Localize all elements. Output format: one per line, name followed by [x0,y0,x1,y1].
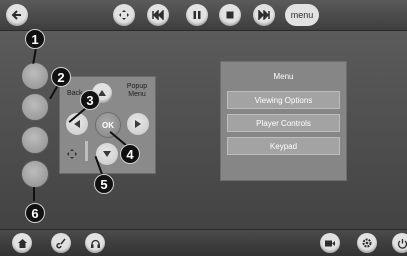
home-button[interactable] [12,233,32,253]
right-arrow-icon [133,119,143,129]
headphones-icon [90,238,101,249]
next-button[interactable] [253,4,275,26]
previous-button[interactable] [147,4,169,26]
menu-title: Menu [221,72,346,81]
menu-button[interactable]: menu [285,4,319,26]
music-button[interactable] [51,233,71,253]
remote-pad: Back Popup Menu OK [59,76,156,174]
menu-panel: Menu Viewing Options Player Controls Key… [220,61,347,181]
down-arrow-icon [102,149,112,159]
guitar-icon [56,238,67,249]
side-button-2[interactable] [21,93,49,121]
callout-4: 4 [120,144,140,164]
bottom-toolbar [0,229,407,256]
home-icon [17,238,28,249]
popup-menu-label[interactable]: Popup Menu [120,83,154,99]
down-arrow-button[interactable] [96,143,118,165]
dpad-button[interactable] [113,4,135,26]
power-button[interactable] [392,233,407,253]
settings-button[interactable] [357,233,377,253]
skip-previous-icon [152,10,164,20]
resize-grip[interactable] [85,141,88,161]
callout-5: 5 [94,174,114,194]
stop-button[interactable] [219,4,241,26]
move-handle-icon[interactable] [66,147,78,165]
pause-button[interactable] [186,4,208,26]
menu-item-viewing-options[interactable]: Viewing Options [227,91,340,109]
callout-1: 1 [25,29,45,49]
dpad-icon [118,9,130,21]
callout-2: 2 [51,67,71,87]
back-arrow-icon [11,9,23,21]
audio-button[interactable] [85,233,105,253]
pause-icon [192,10,202,20]
stop-icon [225,10,235,20]
back-button[interactable] [6,4,28,26]
side-button-4[interactable] [21,160,49,188]
skip-next-icon [258,10,270,20]
menu-item-keypad[interactable]: Keypad [227,137,340,155]
gear-icon [361,237,373,249]
callout-6: 6 [25,203,45,223]
callout-3: 3 [80,90,100,110]
top-toolbar: menu [0,0,407,31]
left-arrow-icon [72,119,82,129]
side-button-1[interactable] [21,62,49,90]
ok-button[interactable]: OK [95,112,121,138]
power-icon [397,238,407,249]
menu-item-player-controls[interactable]: Player Controls [227,114,340,132]
side-button-3[interactable] [21,126,49,154]
right-arrow-button[interactable] [127,113,149,135]
callout-6-leader [33,187,35,201]
camera-button[interactable] [320,233,340,253]
camera-icon [324,239,336,248]
